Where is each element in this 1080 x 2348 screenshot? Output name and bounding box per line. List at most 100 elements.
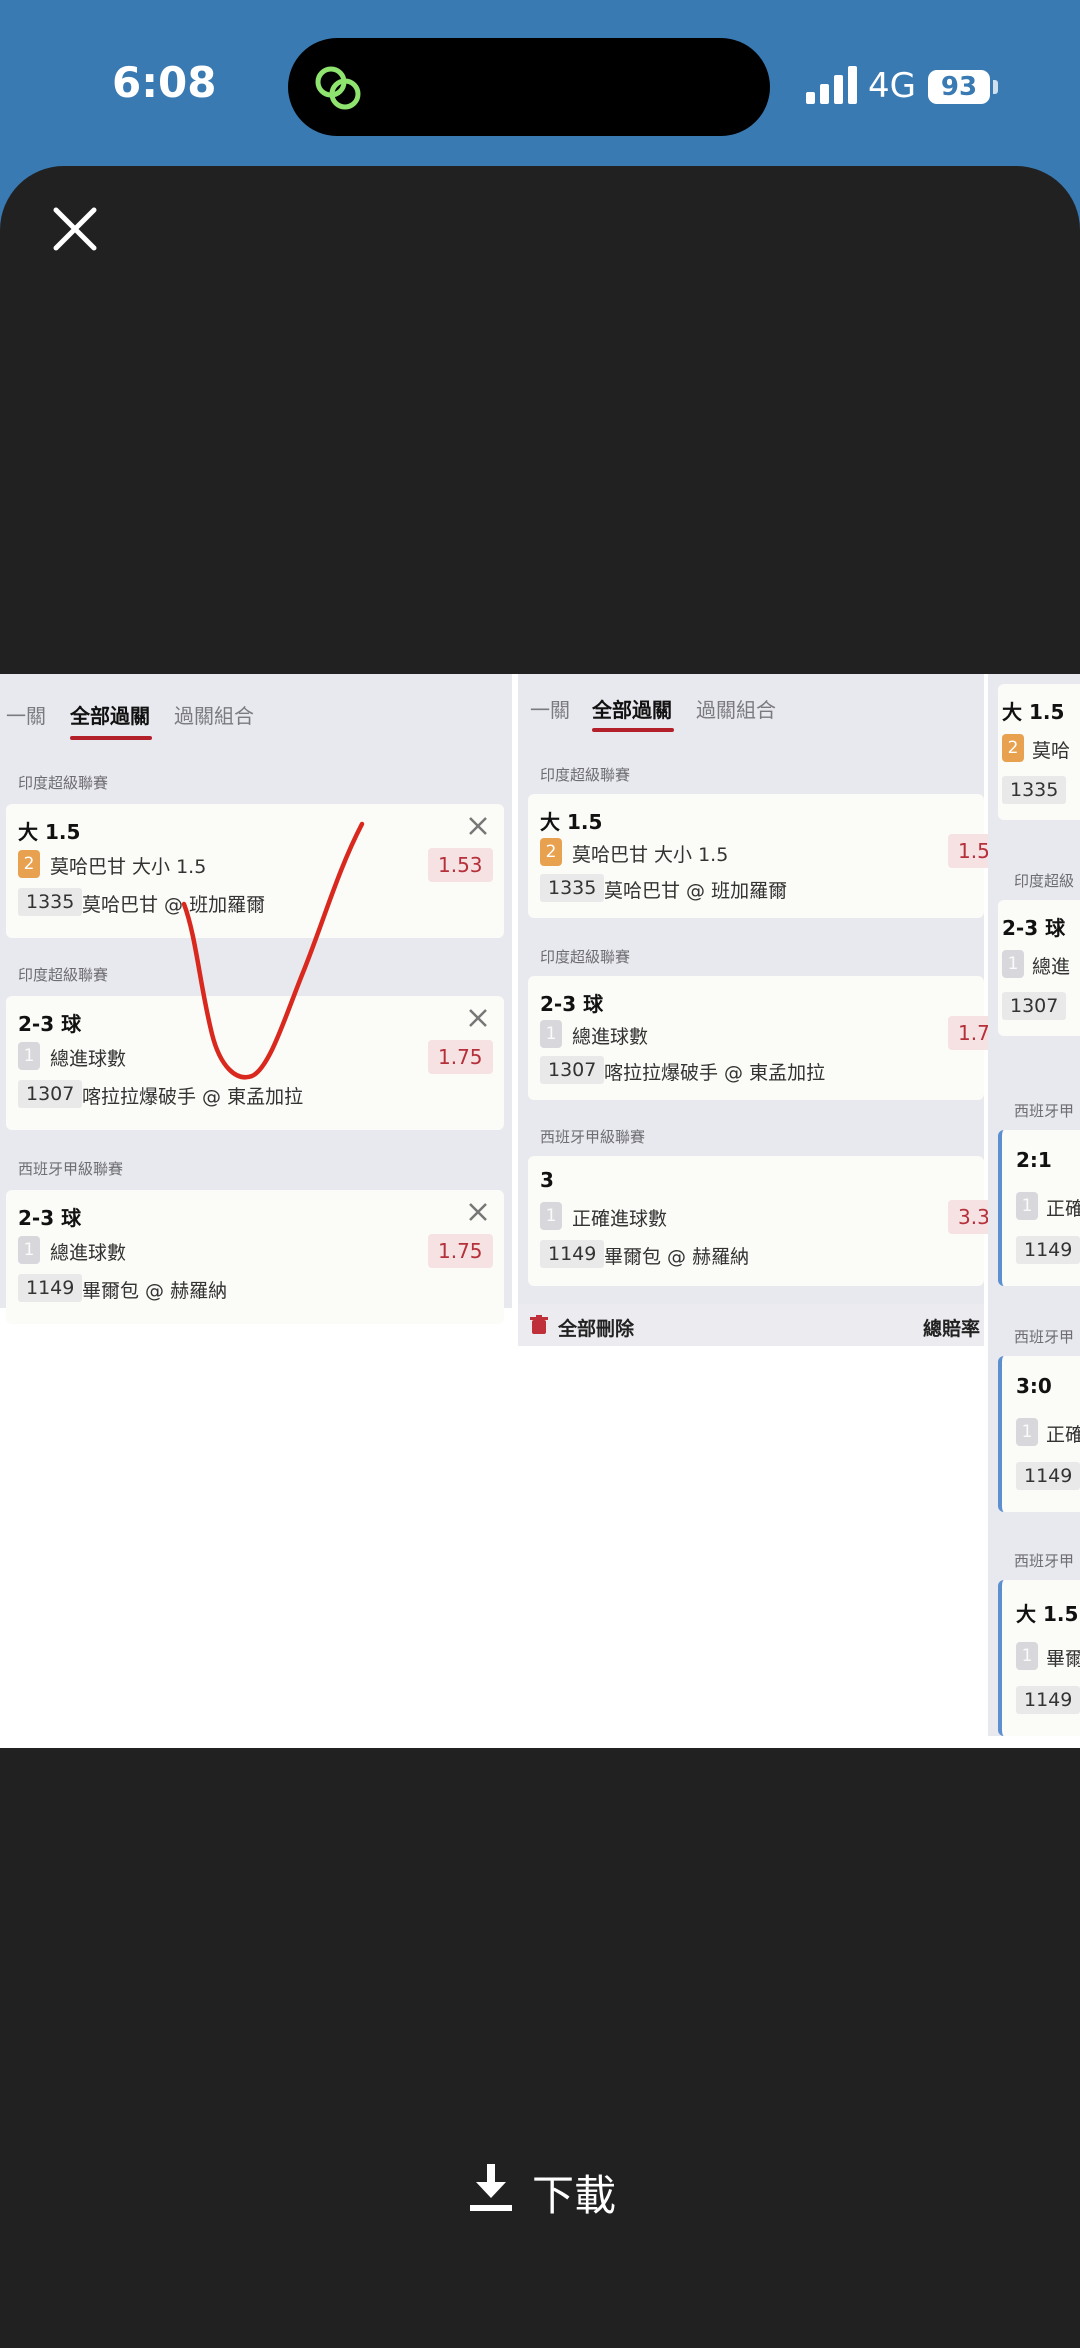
match-name: 莫哈巴甘 @ 班加羅爾: [604, 880, 788, 902]
bet-card: 大 1.5 2 莫哈 1335: [998, 684, 1080, 820]
count-badge: 1: [18, 1236, 40, 1264]
count-badge: 1: [540, 1020, 562, 1048]
tab-single: 一關: [6, 704, 46, 728]
bet-name: 總進球數: [50, 1048, 127, 1070]
download-icon: [470, 2164, 512, 2211]
bet-name: 總進球數: [50, 1242, 127, 1264]
match-code: 1149: [18, 1274, 83, 1302]
bet-name: 總進球數: [572, 1026, 649, 1048]
bet-card: 3:0 1 正確 1149: [998, 1356, 1080, 1512]
league-label: 西班牙甲: [1014, 1102, 1075, 1120]
count-badge: 1: [18, 1042, 40, 1070]
bet-title: 2-3 球: [540, 992, 604, 1016]
tab-parlay-combo: 過關組合: [174, 704, 254, 728]
bet-title: 大 1.5: [18, 820, 81, 844]
league-label: 印度超級聯賽: [540, 948, 631, 966]
tab-parlay-combo: 過關組合: [696, 698, 776, 722]
bet-name: 莫哈: [1032, 740, 1071, 762]
bet-card: 2:1 1 正確 1149: [998, 1130, 1080, 1286]
bet-card: 2-3 球 1 總進球數 1.75 1307 喀拉拉爆破手 @ 東孟加拉: [6, 996, 504, 1130]
count-badge: 1: [1016, 1192, 1038, 1220]
match-name: 喀拉拉爆破手 @ 東孟加拉: [82, 1086, 304, 1108]
close-icon[interactable]: [46, 200, 104, 258]
league-label: 西班牙甲級聯賽: [540, 1128, 646, 1146]
count-badge: 2: [540, 838, 562, 866]
betslip-panel-2: 一關 全部過關 過關組合 印度超級聯賽 大 1.5 2 莫哈巴甘 大小 1.5 …: [518, 674, 1004, 1346]
dynamic-island: [288, 38, 770, 136]
match-code: 1307: [540, 1056, 605, 1084]
match-code: 1335: [18, 888, 83, 916]
total-odds-label: 總賠率: [922, 1318, 980, 1340]
bet-title: 3:0: [1016, 1374, 1052, 1398]
match-code: 1307: [18, 1080, 83, 1108]
match-code: 1149: [1016, 1236, 1080, 1264]
betslip-panel-1: 一關 全部過關 過關組合 印度超級聯賽 大 1.5 2 莫哈巴甘 大小 1.5 …: [0, 674, 512, 1324]
count-badge: 1: [1002, 950, 1024, 978]
active-tab-underline: [70, 736, 152, 740]
betslip-footer: 全部刪除 總賠率: [518, 1304, 984, 1346]
match-code: 1307: [1002, 992, 1067, 1020]
signal-icon: [806, 66, 857, 104]
bet-title: 2:1: [1016, 1148, 1052, 1172]
status-bar: 6:08 4G 93: [0, 0, 1080, 170]
link-app-icon: [315, 66, 361, 110]
bet-title: 3: [540, 1168, 554, 1192]
bet-title: 大 1.5: [540, 810, 603, 834]
league-label: 西班牙甲級聯賽: [18, 1160, 124, 1178]
bet-card: 大 1.5 1 畢爾 1149: [998, 1580, 1080, 1736]
match-name: 畢爾包 @ 赫羅納: [82, 1280, 228, 1302]
tab-all-parlay: 全部過關: [70, 704, 150, 728]
count-badge: 2: [18, 850, 40, 878]
bet-title: 大 1.5: [1002, 700, 1065, 724]
match-code: 1149: [540, 1240, 605, 1268]
match-code: 1149: [1016, 1686, 1080, 1714]
delete-all-label: 全部刪除: [558, 1318, 635, 1340]
bet-title: 2-3 球: [18, 1206, 82, 1230]
bet-card: 2-3 球 1 總進 1307: [998, 900, 1080, 1036]
match-name: 畢爾包 @ 赫羅納: [604, 1246, 750, 1268]
tab-all-parlay: 全部過關: [592, 698, 672, 722]
match-name: 喀拉拉爆破手 @ 東孟加拉: [604, 1062, 826, 1084]
match-code: 1335: [540, 874, 605, 902]
bet-name: 正確進球數: [572, 1208, 668, 1230]
match-name: 莫哈巴甘 @ 班加羅爾: [82, 894, 266, 916]
league-label: 印度超級聯賽: [540, 766, 631, 784]
remove-icon: [469, 1009, 487, 1027]
count-badge: 2: [1002, 734, 1024, 762]
network-type: 4G: [868, 66, 916, 106]
bet-card: 2-3 球 1 總進球數 1.75 1149 畢爾包 @ 赫羅納: [6, 1190, 504, 1324]
bet-title: 大 1.5: [1016, 1602, 1079, 1626]
league-label: 印度超級聯賽: [18, 966, 109, 984]
bet-name: 正確: [1046, 1424, 1080, 1446]
tab-single: 一關: [530, 698, 570, 722]
bet-name: 總進: [1032, 956, 1071, 978]
trash-icon: [530, 1315, 548, 1334]
league-label: 印度超級聯賽: [18, 774, 109, 792]
bet-title: 2-3 球: [18, 1012, 82, 1036]
bet-name: 莫哈巴甘 大小 1.5: [572, 844, 729, 866]
bet-title: 2-3 球: [1002, 916, 1066, 940]
count-badge: 1: [1016, 1418, 1038, 1446]
tab-bar: 一關 全部過關 過關組合: [518, 674, 984, 744]
status-time: 6:08: [112, 58, 217, 107]
bet-card: 大 1.5 2 莫哈巴甘 大小 1.5 1.53 1335 莫哈巴甘 @ 班加羅…: [6, 804, 504, 938]
bet-name: 畢爾: [1046, 1648, 1080, 1670]
remove-icon: [469, 817, 487, 835]
league-label: 西班牙甲: [1014, 1552, 1075, 1570]
tab-bar: 一關 全部過關 過關組合: [0, 674, 512, 744]
download-label: 下載: [532, 2171, 617, 2220]
odds-value: 1.75: [428, 1040, 493, 1074]
bet-card: 2-3 球 1 總進球數 1.7 1307 喀拉拉爆破手 @ 東孟加拉: [528, 976, 1004, 1100]
bet-name: 莫哈巴甘 大小 1.5: [50, 856, 207, 878]
active-tab-underline: [592, 728, 674, 732]
bet-card: 3 1 正確進球數 3.3 1149 畢爾包 @ 赫羅納: [528, 1156, 1004, 1286]
match-code: 1335: [1002, 776, 1067, 804]
odds-value: 1.53: [428, 848, 493, 882]
bet-card: 大 1.5 2 莫哈巴甘 大小 1.5 1.5 1335 莫哈巴甘 @ 班加羅爾: [528, 794, 1004, 918]
count-badge: 1: [540, 1202, 562, 1230]
bet-name: 正確: [1046, 1198, 1080, 1220]
battery-icon: 93: [928, 70, 990, 104]
battery-tip: [993, 80, 998, 94]
shared-image[interactable]: 一關 全部過關 過關組合 印度超級聯賽 大 1.5 2 莫哈巴甘 大小 1.5 …: [0, 674, 1080, 1748]
betslip-panel-3: 大 1.5 2 莫哈 1335 印度超級 2-3 球 1 總進 1307 西班牙…: [988, 674, 1080, 1736]
